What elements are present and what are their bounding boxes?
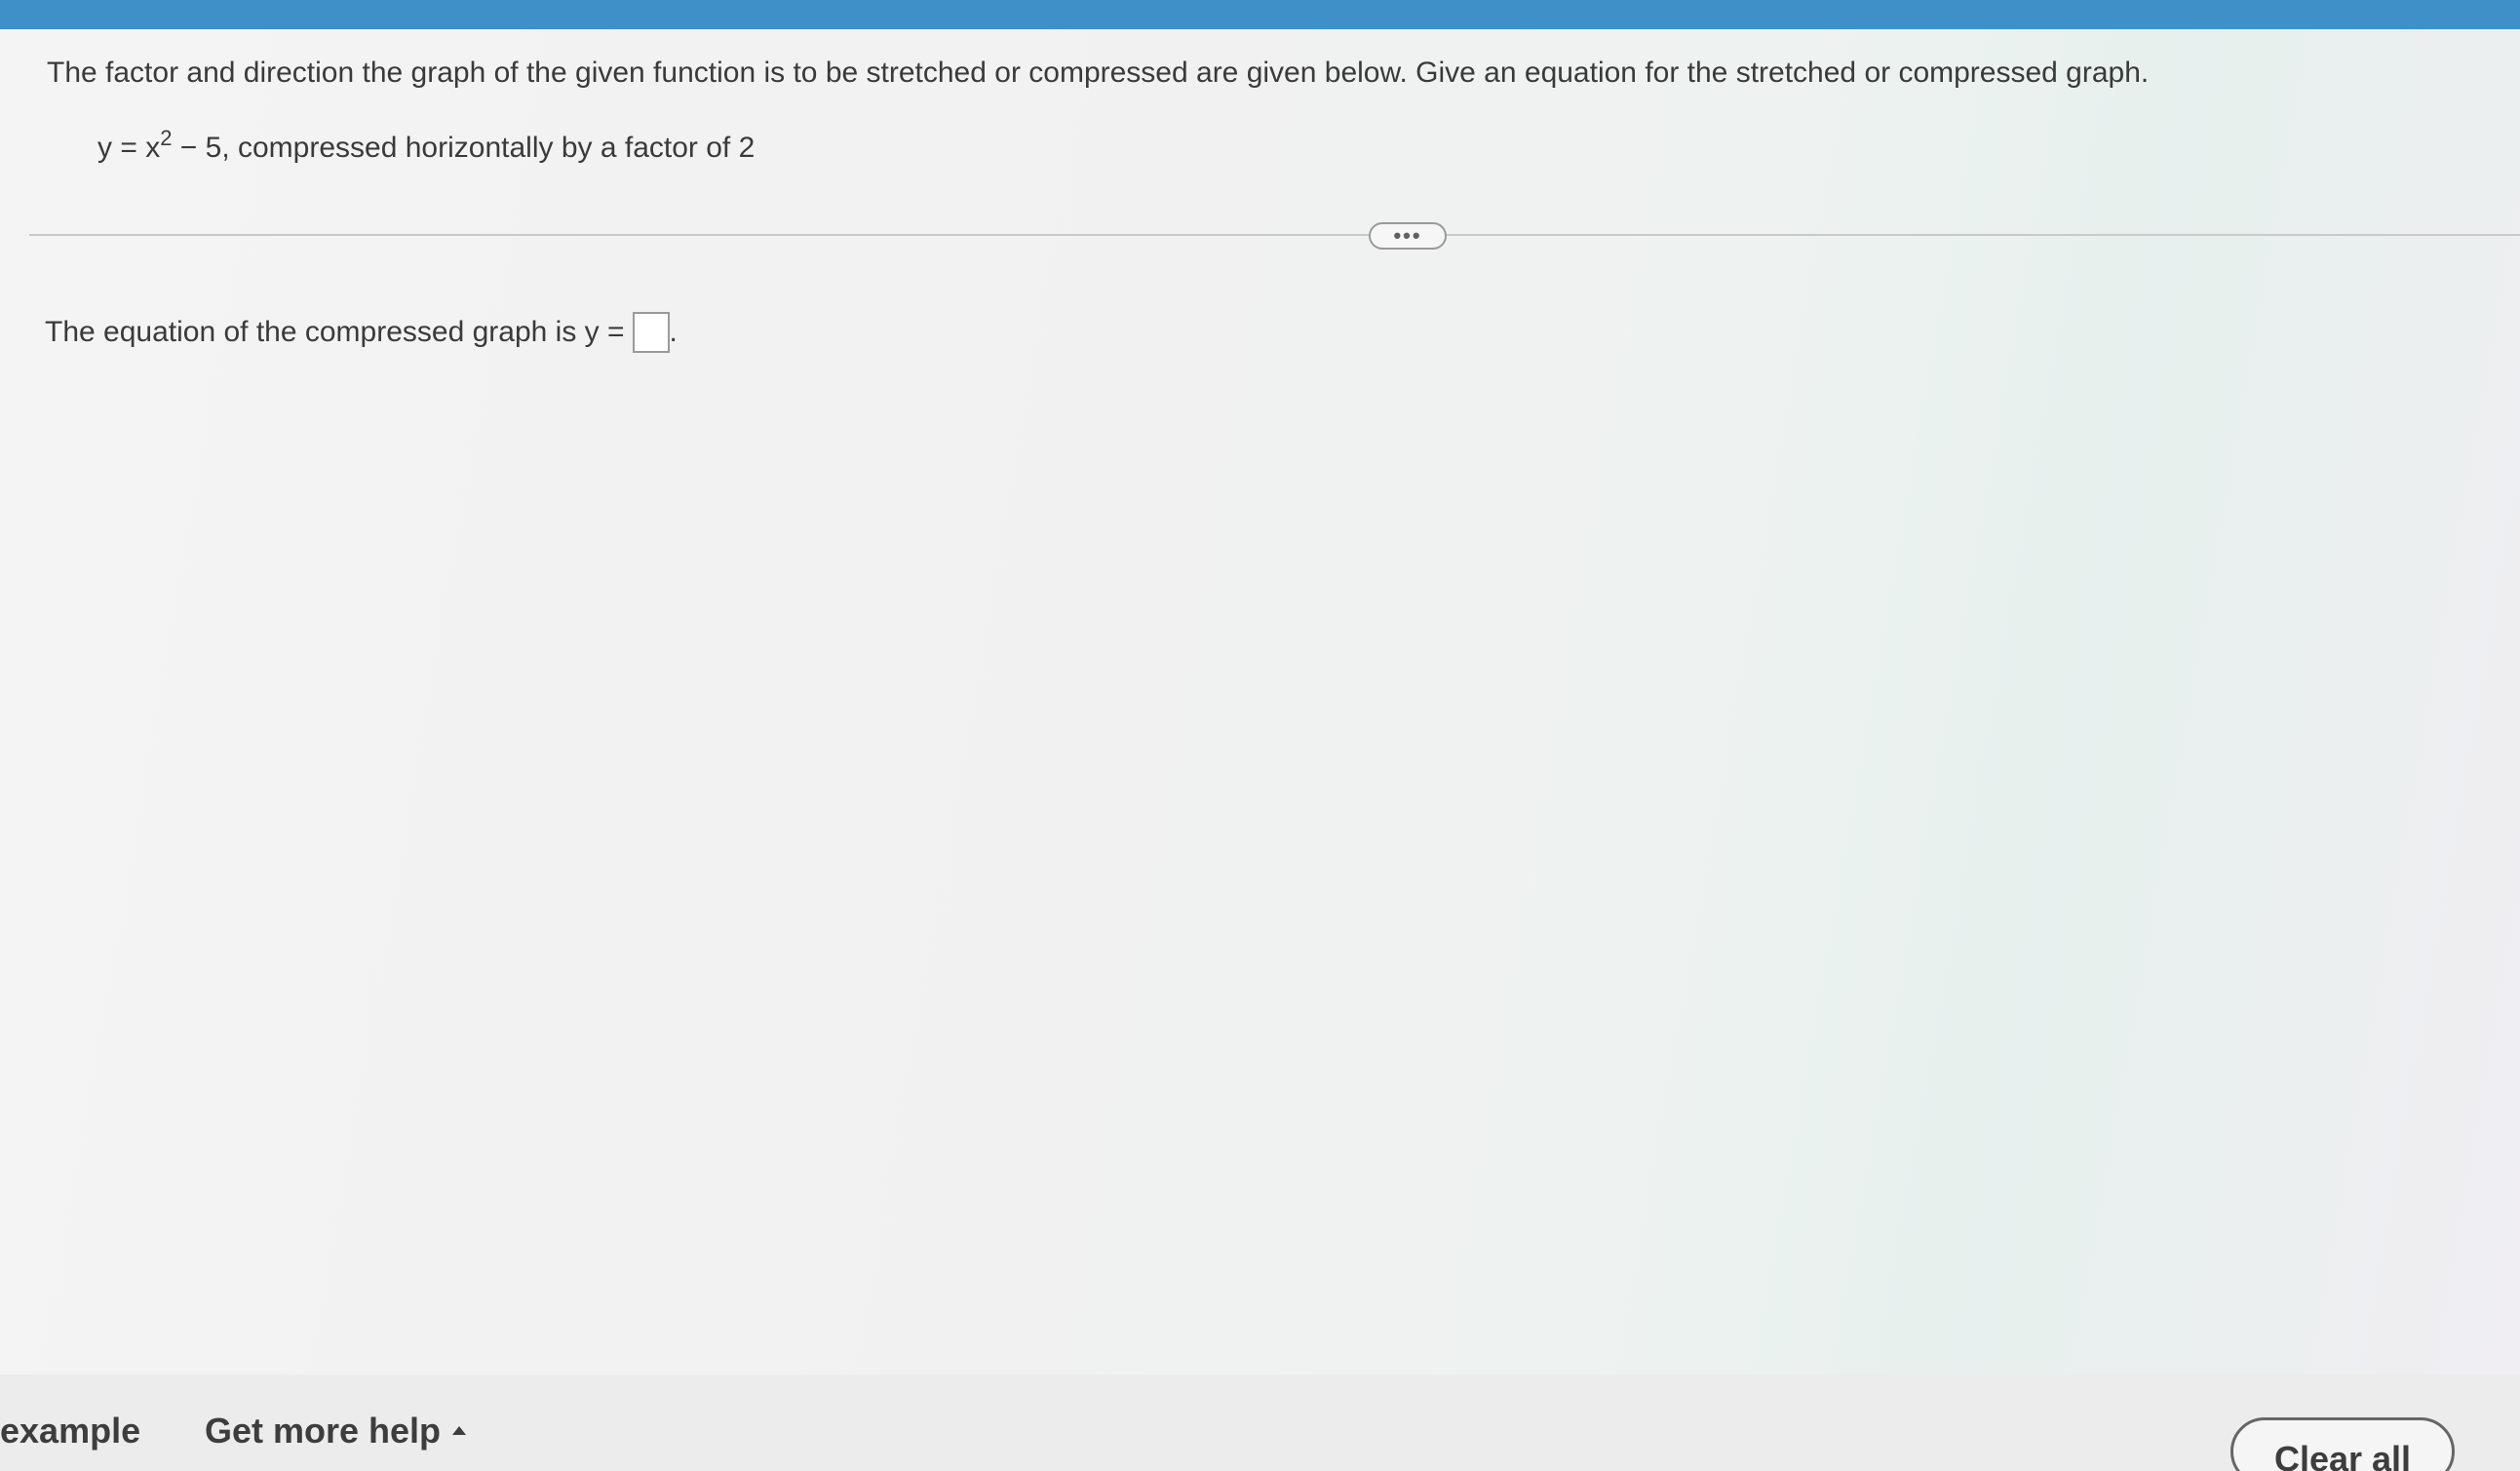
answer-line: The equation of the compressed graph is … [45,312,678,353]
function-prefix: y = x [97,132,161,164]
more-options-button[interactable]: ••• [1369,222,1447,250]
clear-all-button[interactable]: Clear all [2230,1417,2455,1471]
help-label: Get more help [205,1411,442,1451]
function-exponent: 2 [160,126,173,150]
top-strip [0,0,2520,29]
answer-input-box[interactable] [632,312,670,353]
function-statement: y = x2 − 5, compressed horizontally by a… [97,128,756,165]
question-panel [0,29,2520,1374]
function-suffix: − 5, compressed horizontally by a factor… [172,132,756,164]
view-example-link[interactable]: example [0,1411,140,1452]
get-more-help-link[interactable]: Get more help [205,1411,467,1452]
question-prompt: The factor and direction the graph of th… [47,57,2150,89]
answer-trailing: . [669,316,678,348]
example-label: example [0,1411,141,1451]
caret-up-icon [452,1425,467,1435]
answer-label: The equation of the compressed graph is … [45,316,625,348]
section-divider [29,234,2520,236]
